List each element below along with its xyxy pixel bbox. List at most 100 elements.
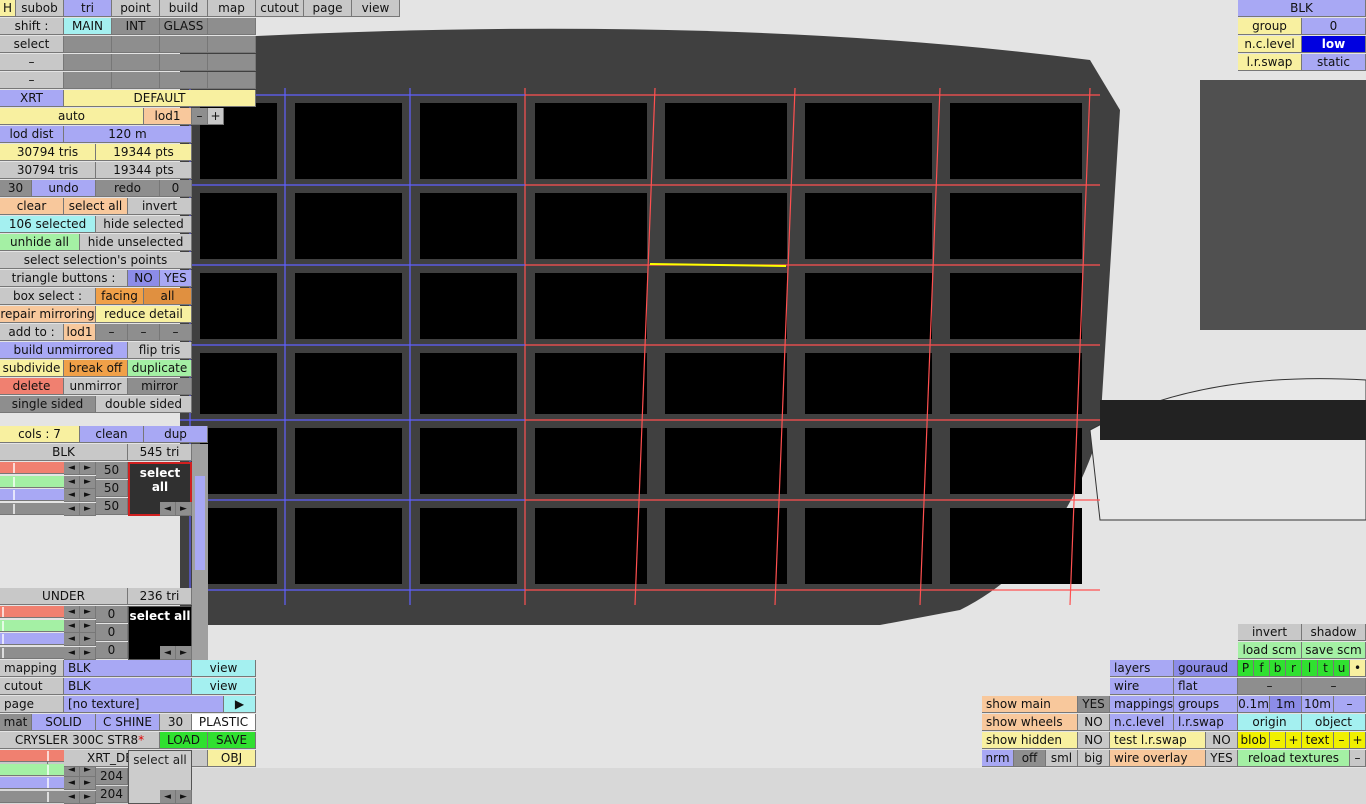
slider-handle[interactable] [12,503,15,514]
slider-handle[interactable] [46,791,49,802]
swatch-arrow-button[interactable]: ► [176,502,192,516]
slider-handle[interactable] [46,778,49,788]
color-slider[interactable] [0,606,64,618]
menu-tab-map[interactable]: map [208,0,256,17]
arrow-right-button[interactable]: ► [80,475,96,489]
arrow-left-button[interactable]: ◄ [64,633,80,646]
empty-slot[interactable]: – [1302,678,1366,695]
swatch-arrow-button[interactable]: ◄ [160,502,176,516]
shift-glass[interactable]: GLASS [160,18,208,35]
unhide-all-button[interactable]: unhide all [0,234,80,251]
nc-level-button[interactable]: n.c.level [1110,714,1174,731]
triangle-no[interactable]: NO [128,270,160,287]
color-slider[interactable] [0,619,64,632]
groups-button[interactable]: groups [1174,696,1238,713]
empty-slot[interactable]: – [1238,678,1302,695]
select-all-button[interactable]: select all [64,198,128,215]
add-to-slot[interactable]: – [96,324,128,341]
clear-button[interactable]: clear [0,198,64,215]
menu-tab-view[interactable]: view [352,0,400,17]
menu-tab-build[interactable]: build [160,0,208,17]
color-slider[interactable] [0,633,64,645]
arrow-left-button[interactable]: ◄ [64,606,80,619]
text-plus[interactable]: + [1350,732,1366,749]
add-to-lod[interactable]: lod1 [64,324,96,341]
empty-slot[interactable] [160,36,208,53]
lod-select[interactable]: lod1 [144,108,192,125]
lod-auto[interactable]: auto [0,108,144,125]
view-b[interactable]: b [1270,660,1286,677]
load-scm-button[interactable]: load scm [1238,642,1302,659]
color-slider[interactable] [0,489,64,501]
test-lr-swap-button[interactable]: test l.r.swap [1110,732,1206,749]
shift-empty[interactable] [208,18,256,35]
slider-handle[interactable] [12,463,15,473]
delete-button[interactable]: delete [0,378,64,395]
empty-slot[interactable] [64,54,112,71]
arrow-left-button[interactable]: ◄ [64,619,80,633]
lr-swap-button[interactable]: l.r.swap [1174,714,1238,731]
shift-int[interactable]: INT [112,18,160,35]
hide-selected-button[interactable]: hide selected [96,216,192,233]
test-lr-swap-toggle[interactable]: NO [1206,732,1238,749]
undo-steps[interactable]: 30 [0,180,32,197]
invert-button[interactable]: invert [128,198,192,215]
color-slider[interactable] [0,646,64,659]
blob-plus[interactable]: + [1286,732,1302,749]
show-main-toggle[interactable]: YES [1078,696,1110,713]
arrow-left-button[interactable]: ◄ [64,489,80,502]
arrow-right-button[interactable]: ► [80,646,96,660]
xrt-button[interactable]: XRT [0,90,64,107]
arrow-right-button[interactable]: ► [80,633,96,646]
empty-slot[interactable] [64,36,112,53]
menu-tab-point[interactable]: point [112,0,160,17]
view-t[interactable]: t [1318,660,1334,677]
dash-button[interactable]: – [0,54,64,71]
swatch-arrow-button[interactable]: ► [176,646,192,660]
menu-tab-h[interactable]: H [0,0,16,17]
color-slider[interactable] [0,502,64,515]
empty-slot[interactable] [64,72,112,89]
swatch-arrow-button[interactable]: ◄ [160,790,176,804]
arrow-left-button[interactable]: ◄ [64,475,80,489]
arrow-right-button[interactable]: ► [80,462,96,475]
arrow-right-button[interactable]: ► [80,489,96,502]
object-button[interactable]: object [1302,714,1366,731]
slider-handle[interactable] [2,647,4,658]
color-slider[interactable] [0,790,64,803]
select-all-material-button[interactable]: select all [140,466,180,494]
menu-tab-page[interactable]: page [304,0,352,17]
reload-minus[interactable]: – [1350,750,1366,767]
view-f[interactable]: f [1254,660,1270,677]
slider-handle[interactable] [46,751,49,761]
obj-button[interactable]: OBJ [208,750,256,767]
slider-handle[interactable] [12,476,15,487]
swatch-arrow-button[interactable]: ► [176,790,192,804]
blob-minus[interactable]: – [1270,732,1286,749]
color-slider[interactable] [0,777,64,789]
slider-handle[interactable] [2,620,4,631]
size-sml[interactable]: sml [1046,750,1078,767]
flip-tris-button[interactable]: flip tris [128,342,192,359]
reduce-detail-button[interactable]: reduce detail [96,306,192,323]
arrow-left-button[interactable]: ◄ [64,646,80,660]
materials-scrollbar[interactable] [192,444,208,660]
scrollbar-thumb[interactable] [195,476,205,570]
layers-button[interactable]: layers [1110,660,1174,677]
load-button[interactable]: LOAD [160,732,208,749]
duplicate-button[interactable]: duplicate [128,360,192,377]
save-button[interactable]: SAVE [208,732,256,749]
slider-handle[interactable] [46,764,49,775]
wire-button[interactable]: wire [1110,678,1174,695]
menu-tab-cutout[interactable]: cutout [256,0,304,17]
select-button[interactable]: select [0,36,64,53]
empty-slot[interactable] [112,36,160,53]
empty-slot[interactable] [160,72,208,89]
size-big[interactable]: big [1078,750,1110,767]
dash-button[interactable]: – [0,72,64,89]
subdivide-button[interactable]: subdivide [0,360,64,377]
empty-slot[interactable] [208,54,256,71]
invert-view-button[interactable]: invert [1238,624,1302,641]
add-to-slot[interactable]: – [160,324,192,341]
grid-0.1m[interactable]: 0.1m [1238,696,1270,713]
